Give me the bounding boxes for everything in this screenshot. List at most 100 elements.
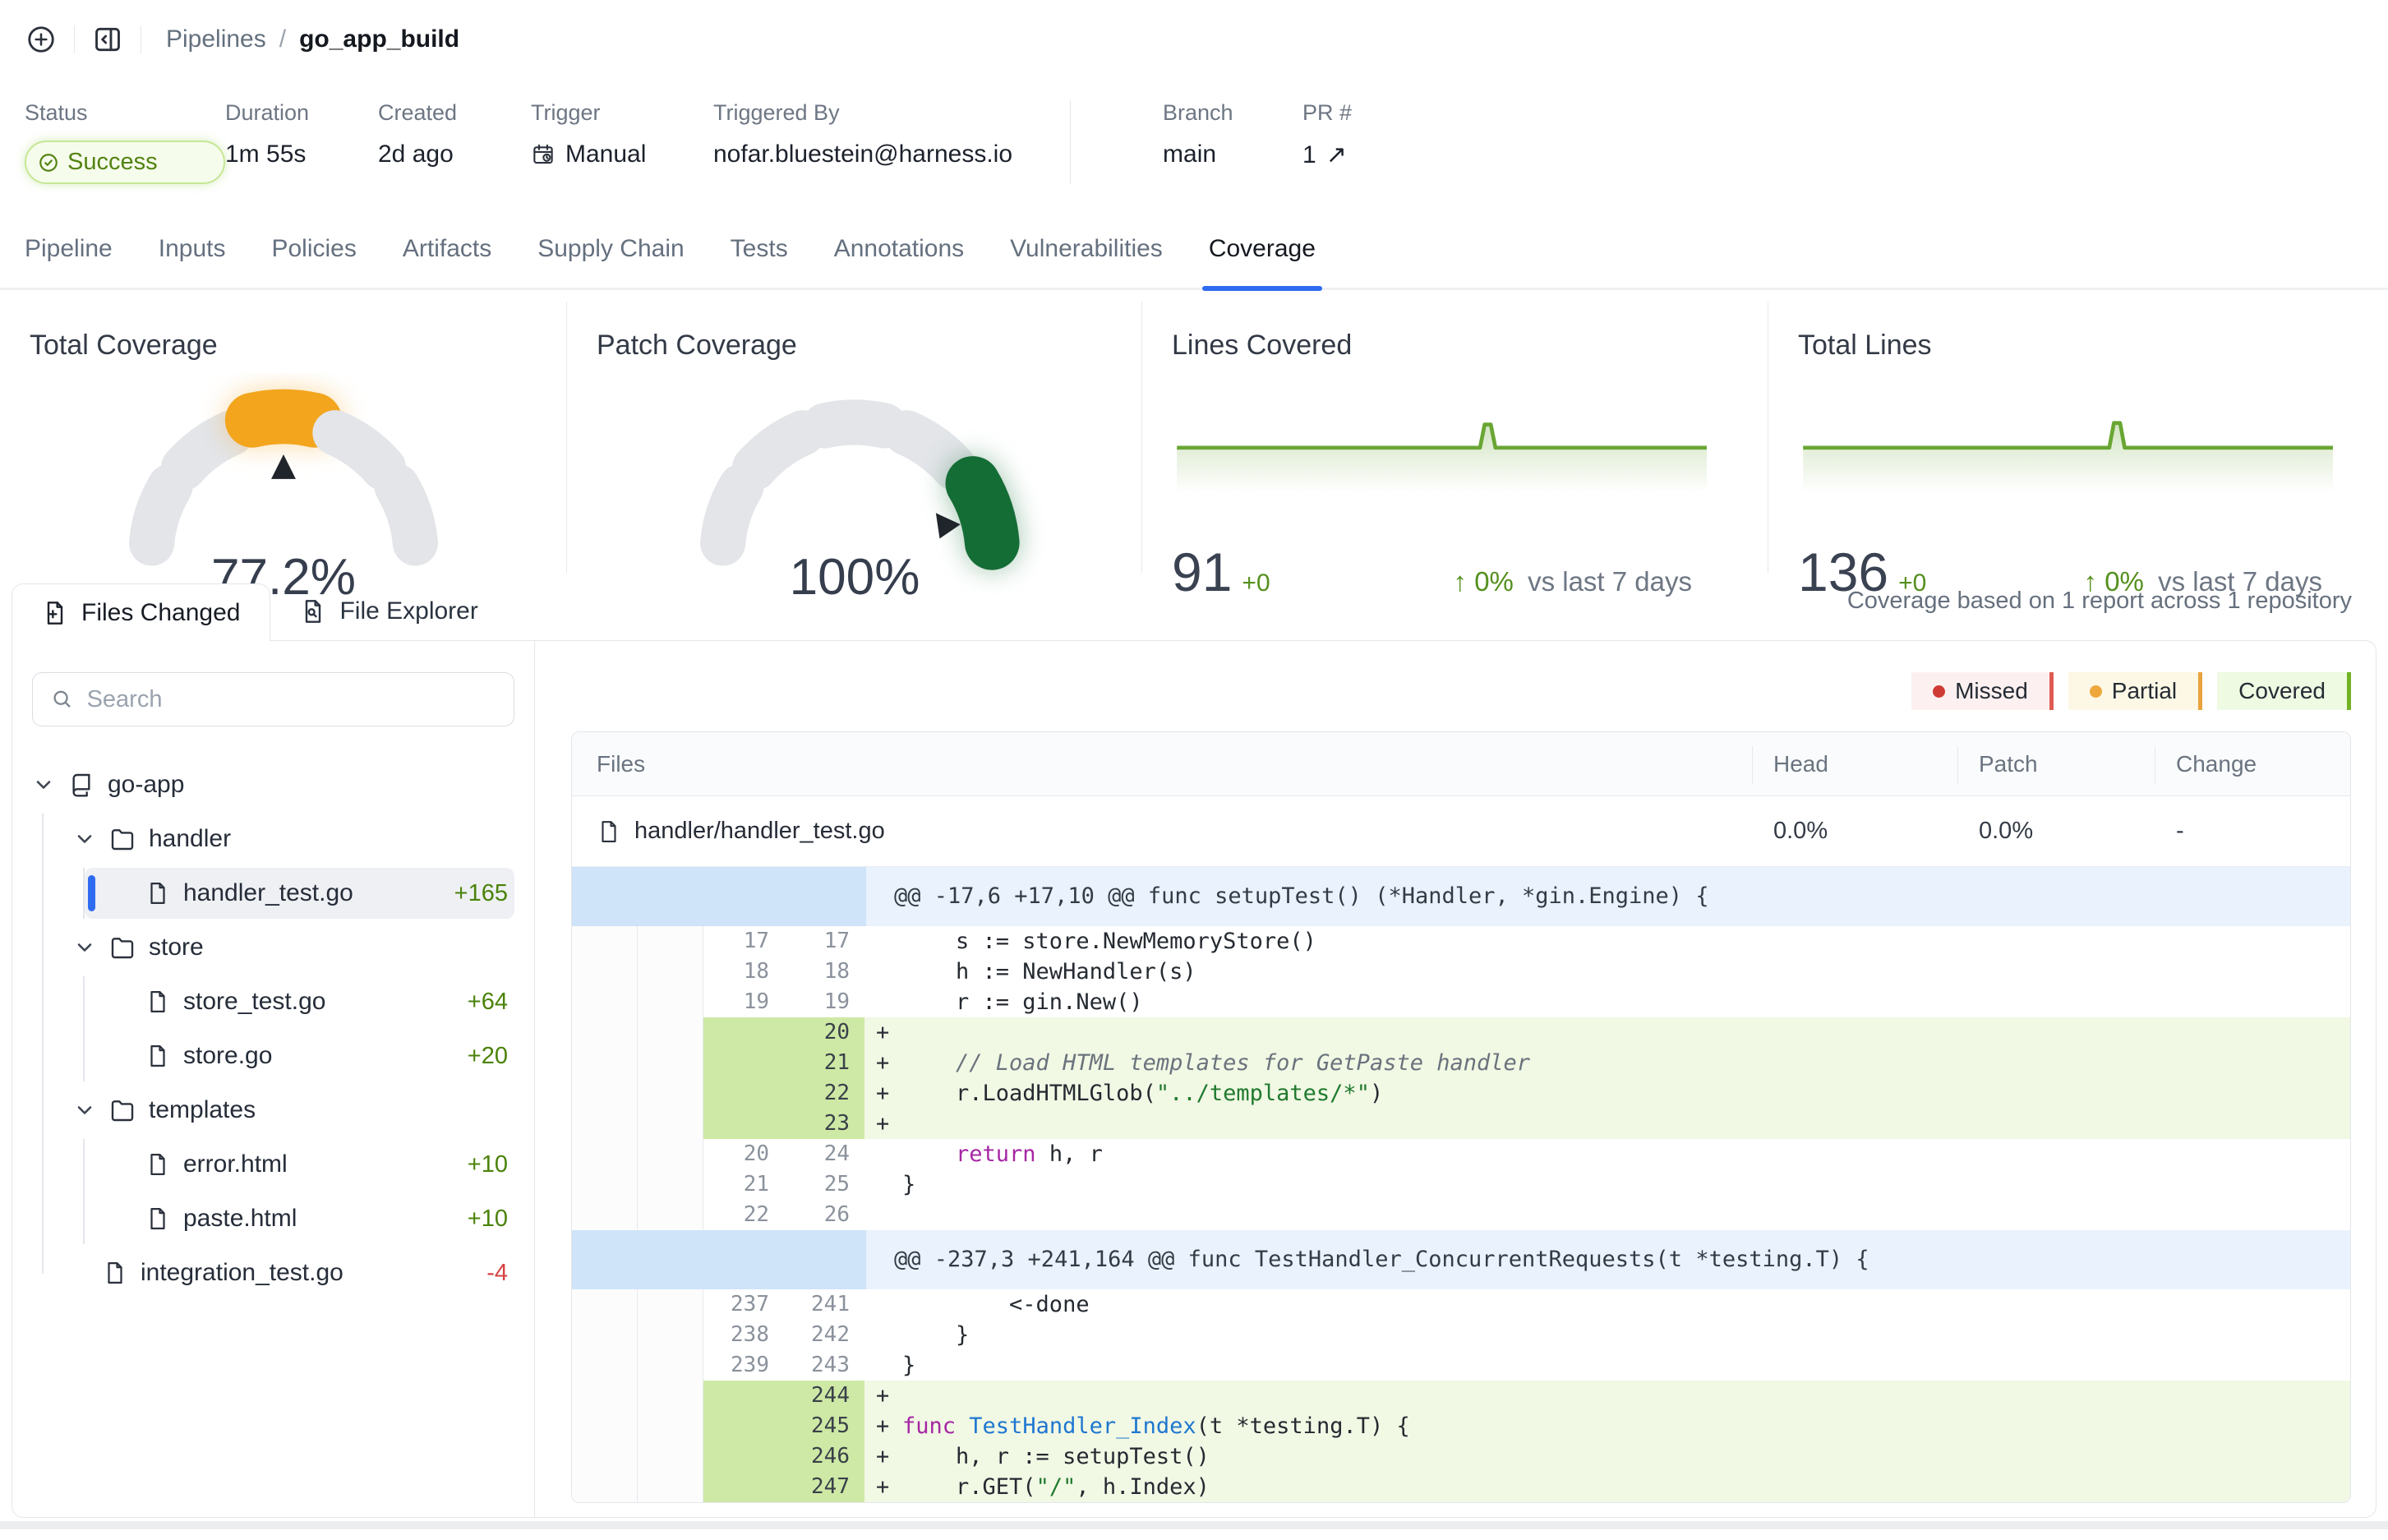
tree-item-error-html[interactable]: error.html+10: [85, 1139, 514, 1190]
legend-covered[interactable]: Covered: [2217, 672, 2351, 710]
breadcrumb-current-pipeline: go_app_build: [299, 25, 459, 53]
tree-item-label: integration_test.go: [141, 1259, 343, 1287]
breadcrumb-pipelines[interactable]: Pipelines: [166, 25, 266, 53]
breadcrumb-separator: /: [279, 25, 286, 53]
diff-line: 20+: [572, 1017, 2350, 1048]
total-coverage-title: Total Coverage: [30, 330, 537, 362]
files-table-header: Files Head Patch Change: [572, 732, 2350, 796]
tree-item-store-go[interactable]: store.go+20: [85, 1031, 514, 1081]
coverage-strip: [638, 1109, 703, 1139]
tab-tests[interactable]: Tests: [731, 214, 788, 288]
selected-indicator: [88, 875, 95, 911]
files-table: Files Head Patch Change handler/handler_…: [571, 731, 2351, 1503]
hunk-header-0: @@ -17,6 +17,10 @@ func setupTest() (*Ha…: [572, 867, 2350, 926]
chevron-down-icon[interactable]: [73, 828, 96, 851]
pr-link[interactable]: 1↗: [1302, 141, 1352, 169]
coverage-strip: [572, 1472, 638, 1502]
diff-pane: Missed Partial Covered Files Head Patch Ch…: [535, 641, 2376, 1517]
collapse-panel-icon[interactable]: [91, 23, 124, 56]
tree-item-integration-test-go[interactable]: integration_test.go -4: [32, 1247, 514, 1298]
file-icon: [103, 1261, 127, 1285]
patch-coverage-value: 0.0%: [1957, 818, 2155, 845]
trigger-label: Trigger: [531, 100, 713, 126]
coverage-report-summary: Coverage based on 1 report across 1 repo…: [1847, 588, 2352, 615]
change-count: +10: [468, 1206, 508, 1233]
pipeline-tabs: Pipeline Inputs Policies Artifacts Supply Ch…: [0, 214, 2388, 290]
file-tree-pane: go-apphandlerhandler_test.go+165storesto…: [12, 641, 535, 1517]
coverage-strip: [572, 1048, 638, 1078]
tab-policies[interactable]: Policies: [271, 214, 356, 288]
divider: [1070, 100, 1071, 184]
duration-label: Duration: [225, 100, 378, 126]
coverage-strip: [638, 1441, 703, 1472]
execution-meta-row: Status Success Duration 1m 55s Created 2…: [0, 79, 2388, 214]
coverage-strip: [572, 1017, 638, 1048]
tree-item-templates[interactable]: templates: [32, 1085, 514, 1136]
tree-item-store[interactable]: store: [32, 922, 514, 973]
triggered-by-label: Triggered By: [713, 100, 1012, 126]
tab-annotations[interactable]: Annotations: [834, 214, 964, 288]
legend-dot-icon: [1933, 685, 1945, 698]
tab-pipeline[interactable]: Pipeline: [25, 214, 113, 288]
folder-icon: [109, 1097, 136, 1123]
file-row-handler-test[interactable]: handler/handler_test.go 0.0% 0.0% -: [572, 796, 2350, 867]
check-circle-icon: [38, 152, 59, 173]
tab-coverage[interactable]: Coverage: [1209, 214, 1316, 288]
tab-vulnerabilities[interactable]: Vulnerabilities: [1010, 214, 1163, 288]
coverage-strip: [572, 1169, 638, 1200]
total-coverage-card: Total Coverage 77.2%: [0, 302, 567, 573]
chevron-down-icon[interactable]: [73, 1099, 96, 1122]
coverage-strip: [572, 1320, 638, 1350]
diff-viewer: @@ -17,6 +17,10 @@ func setupTest() (*Ha…: [572, 867, 2350, 1502]
coverage-strip: [572, 957, 638, 987]
tree-item-label: handler_test.go: [183, 879, 353, 907]
file-icon: [145, 1044, 170, 1068]
tab-inputs[interactable]: Inputs: [159, 214, 226, 288]
tree-item-handler[interactable]: handler: [32, 814, 514, 865]
patch-coverage-gauge: 100%: [666, 373, 1044, 611]
repo-icon: [68, 772, 95, 798]
tab-file-explorer[interactable]: File Explorer: [270, 583, 507, 640]
legend-partial[interactable]: Partial: [2068, 672, 2202, 710]
column-patch: Patch: [1957, 751, 2155, 777]
tree-item-label: paste.html: [183, 1205, 297, 1233]
tree-item-paste-html[interactable]: paste.html +10: [85, 1193, 514, 1244]
diff-line: 2024 return h, r: [572, 1139, 2350, 1169]
tree-item-store-test-go[interactable]: store_test.go+64: [85, 976, 514, 1027]
tree-item-label: store_test.go: [183, 988, 325, 1016]
tree-item-handler-test-go[interactable]: handler_test.go +165: [85, 868, 514, 919]
triggered-by-value: nofar.bluestein@harness.io: [713, 141, 1012, 168]
change-count: +20: [468, 1043, 508, 1070]
file-search-box: [32, 672, 514, 726]
tab-files-changed[interactable]: Files Changed: [12, 583, 270, 641]
total-lines-card: Total Lines 136+0 ↑ 0% vs last 7 days: [1768, 302, 2388, 573]
trigger-value: Manual: [565, 141, 646, 168]
file-diff-icon: [42, 600, 68, 626]
folder-icon: [109, 934, 136, 961]
coverage-strip: [572, 1200, 638, 1230]
coverage-strip: [638, 1289, 703, 1320]
patch-coverage-title: Patch Coverage: [597, 330, 1112, 362]
search-input[interactable]: [87, 686, 496, 713]
branch-label: Branch: [1163, 100, 1302, 126]
chevron-down-icon[interactable]: [32, 773, 55, 796]
legend-missed[interactable]: Missed: [1911, 672, 2054, 710]
chevron-down-icon[interactable]: [73, 936, 96, 959]
change-count: -4: [486, 1260, 508, 1287]
tree-item-go-app[interactable]: go-app: [32, 759, 514, 810]
status-label: Status: [25, 100, 225, 126]
coverage-strip: [638, 1139, 703, 1169]
history-add-icon[interactable]: [25, 23, 58, 56]
total-lines-title: Total Lines: [1798, 330, 2368, 362]
tree-item-label: go-app: [108, 771, 184, 799]
coverage-strip: [638, 1411, 703, 1441]
change-count: +165: [454, 880, 508, 907]
diff-line: 21+ // Load HTML templates for GetPaste …: [572, 1048, 2350, 1078]
column-head: Head: [1752, 751, 1957, 777]
divider: [74, 25, 75, 53]
coverage-panel: go-apphandlerhandler_test.go+165storesto…: [12, 640, 2376, 1518]
tree-item-label: templates: [149, 1096, 256, 1124]
tab-artifacts[interactable]: Artifacts: [403, 214, 491, 288]
coverage-strip: [638, 1472, 703, 1502]
tab-supply-chain[interactable]: Supply Chain: [537, 214, 684, 288]
